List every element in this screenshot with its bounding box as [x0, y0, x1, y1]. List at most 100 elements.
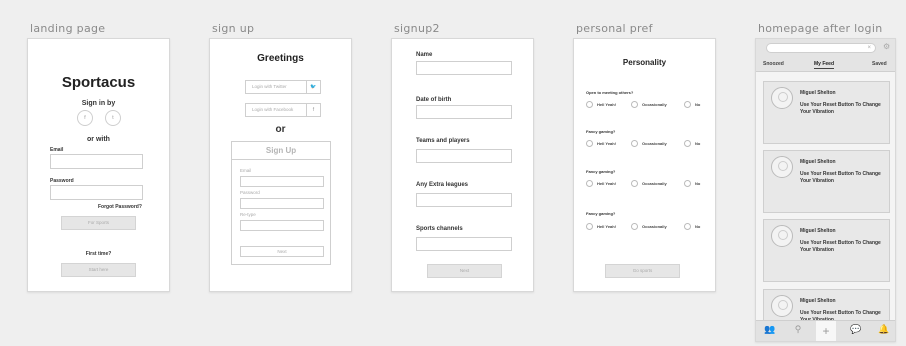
login-twitter-label: Login with Twitter: [252, 84, 287, 89]
avatar: [771, 295, 793, 317]
teams-label: Teams and players: [416, 138, 470, 144]
first-time-label: First time?: [85, 251, 112, 257]
go-sports-button[interactable]: Go sports: [605, 264, 680, 278]
password-label: Password: [50, 178, 74, 184]
email-label: Email: [50, 147, 64, 153]
option-label: No: [695, 224, 701, 229]
card-message: Use Your Reset Button To Change Your Vib…: [800, 240, 881, 253]
avatar: [771, 225, 793, 247]
feed-card[interactable]: Miguel Shelton Use Your Reset Button To …: [763, 150, 890, 213]
retype-label: Re-type: [240, 212, 256, 217]
teams-field[interactable]: [416, 149, 512, 163]
signup2-screen: Name Date of birth Teams and players Any…: [391, 38, 534, 292]
app-title: Sportacus: [61, 74, 136, 91]
signup-retype-field[interactable]: [240, 220, 324, 231]
radio-occasionally[interactable]: [631, 180, 638, 187]
password-label: Password: [240, 190, 260, 195]
frame-title-home: homepage after login: [758, 22, 883, 35]
sign-in-by-label: Sign in by: [81, 100, 116, 107]
dob-field[interactable]: [416, 105, 512, 119]
radio-no[interactable]: [684, 223, 691, 230]
frame-title-signup2: signup2: [394, 22, 440, 35]
settings-icon[interactable]: ⚙: [883, 42, 890, 51]
people-icon[interactable]: 👥: [762, 324, 778, 335]
home-header: × ⚙ Snoozed My Feed Saved: [756, 39, 895, 72]
card-name: Miguel Shelton: [800, 228, 836, 234]
twitter-icon: 🐦: [306, 81, 320, 93]
landing-screen: Sportacus Sign in by f t or with Email P…: [27, 38, 170, 292]
frame-title-landing: landing page: [30, 22, 106, 35]
question-gaming: Fancy gaming?: [586, 211, 616, 216]
radio-occasionally[interactable]: [631, 140, 638, 147]
greetings-title: Greetings: [257, 53, 304, 64]
signup-email-field[interactable]: [240, 176, 324, 187]
or-label: or: [275, 124, 286, 135]
feed-card[interactable]: Miguel Shelton Use Your Reset Button To …: [763, 81, 890, 144]
for-sports-button[interactable]: For Sports: [61, 216, 136, 230]
login-twitter-button[interactable]: Login with Twitter 🐦: [245, 80, 321, 94]
option-label: Hell Yeah!: [597, 181, 617, 186]
question-gaming: Fancy gaming?: [586, 129, 616, 134]
signup-screen: Greetings Login with Twitter 🐦 Login wit…: [209, 38, 352, 292]
email-field[interactable]: [50, 154, 143, 169]
leagues-label: Any Extra leagues: [416, 182, 469, 188]
leagues-field[interactable]: [416, 193, 512, 207]
login-facebook-button[interactable]: Login with Facebook f: [245, 103, 321, 117]
radio-hell-yeah[interactable]: [586, 140, 593, 147]
card-name: Miguel Shelton: [800, 90, 836, 96]
facebook-icon: f: [306, 104, 320, 116]
option-label: Hell Yeah!: [597, 224, 617, 229]
signup-next-button[interactable]: Next: [240, 246, 324, 257]
chat-icon[interactable]: 💬: [848, 324, 864, 335]
tab-my-feed[interactable]: My Feed: [814, 61, 835, 69]
login-facebook-label: Login with Facebook: [252, 107, 294, 112]
plus-icon[interactable]: +: [816, 321, 836, 341]
tab-saved[interactable]: Saved: [872, 61, 887, 67]
signup2-next-button[interactable]: Next: [427, 264, 502, 278]
option-label: No: [695, 102, 701, 107]
forgot-password-link[interactable]: Forgot Password?: [98, 204, 142, 210]
card-message: Use Your Reset Button To Change Your Vib…: [800, 102, 881, 115]
radio-no[interactable]: [684, 180, 691, 187]
dob-label: Date of birth: [416, 97, 452, 103]
personality-title: Personality: [622, 58, 667, 67]
pref-screen: Personality Open to meeting others? Hell…: [573, 38, 716, 292]
avatar: [771, 156, 793, 178]
option-label: Hell Yeah!: [597, 141, 617, 146]
signup-password-field[interactable]: [240, 198, 324, 209]
card-name: Miguel Shelton: [800, 159, 836, 165]
search-input[interactable]: ×: [766, 43, 876, 53]
option-label: No: [695, 181, 701, 186]
clear-icon[interactable]: ×: [867, 44, 871, 52]
signup-panel: Sign Up Email Password Re-type Next: [231, 141, 331, 265]
option-label: Hell Yeah!: [597, 102, 617, 107]
question-meeting: Open to meeting others?: [586, 90, 634, 95]
radio-occasionally[interactable]: [631, 101, 638, 108]
radio-occasionally[interactable]: [631, 223, 638, 230]
start-here-button[interactable]: Start here: [61, 263, 136, 277]
home-screen: × ⚙ Snoozed My Feed Saved Miguel Shelton…: [755, 38, 896, 342]
radio-no[interactable]: [684, 101, 691, 108]
option-label: Occasionally: [642, 102, 667, 107]
bell-icon[interactable]: 🔔: [876, 324, 892, 335]
question-gaming: Fancy gaming?: [586, 169, 616, 174]
twitter-icon[interactable]: t: [105, 110, 121, 126]
option-label: No: [695, 141, 701, 146]
location-pin-icon[interactable]: ⚲: [790, 324, 806, 335]
facebook-icon[interactable]: f: [77, 110, 93, 126]
feed-card[interactable]: Miguel Shelton Use Your Reset Button To …: [763, 219, 890, 282]
password-field[interactable]: [50, 185, 143, 200]
channels-field[interactable]: [416, 237, 512, 251]
radio-hell-yeah[interactable]: [586, 101, 593, 108]
email-label: Email: [240, 168, 252, 173]
radio-hell-yeah[interactable]: [586, 223, 593, 230]
radio-no[interactable]: [684, 140, 691, 147]
card-message: Use Your Reset Button To Change Your Vib…: [800, 171, 881, 184]
name-field[interactable]: [416, 61, 512, 75]
card-name: Miguel Shelton: [800, 298, 836, 304]
tab-snoozed[interactable]: Snoozed: [763, 61, 784, 67]
radio-hell-yeah[interactable]: [586, 180, 593, 187]
avatar: [771, 87, 793, 109]
frame-title-pref: personal pref: [576, 22, 653, 35]
option-label: Occasionally: [642, 224, 667, 229]
